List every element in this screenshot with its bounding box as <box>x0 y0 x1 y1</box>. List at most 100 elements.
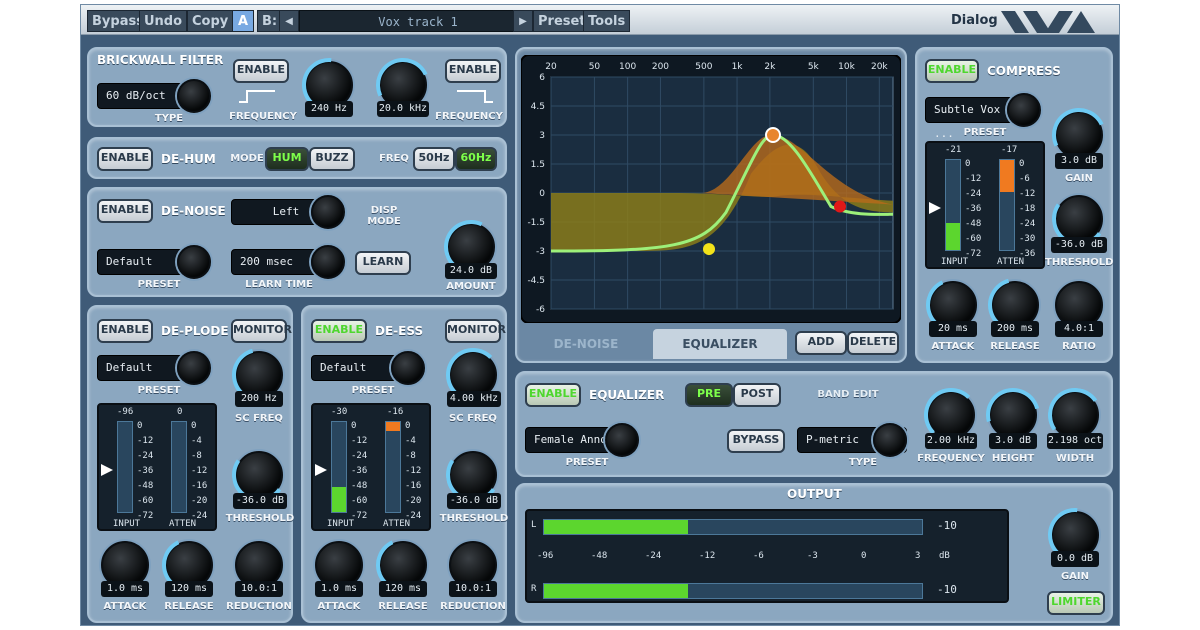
lowpass-icon <box>457 90 493 103</box>
deplode-attack-value: 1.0 ms <box>101 581 149 597</box>
prev-preset-button[interactable]: ◀ <box>279 10 299 32</box>
denoise-enable-button[interactable]: ENABLE <box>97 199 153 223</box>
buzz-button[interactable]: BUZZ <box>309 147 355 171</box>
next-preset-button[interactable]: ▶ <box>513 10 533 32</box>
low-frequency-value: 240 Hz <box>305 101 353 117</box>
dehum-enable-button[interactable]: ENABLE <box>97 147 153 171</box>
db-tick: 3 <box>539 131 545 141</box>
preset-menu[interactable]: Preset <box>533 10 591 32</box>
band-handle-yellow <box>703 243 715 256</box>
deplode-input-bar <box>117 421 133 513</box>
denoise-preset-label: PRESET <box>137 279 181 290</box>
learn-time-knob[interactable] <box>311 245 345 279</box>
type-knob[interactable] <box>177 79 211 113</box>
input-scale-tick: -24 <box>351 451 368 461</box>
tab-equalizer[interactable]: EQUALIZER <box>653 329 787 359</box>
output-scale-tick: -6 <box>753 551 764 561</box>
input-scale-tick: -60 <box>965 234 982 244</box>
deess-release-value: 120 ms <box>379 581 427 597</box>
denoise-preset-knob[interactable] <box>177 245 211 279</box>
deess-preset-knob[interactable] <box>391 351 425 385</box>
band-height-value: 3.0 dB <box>989 433 1037 449</box>
atten-scale-tick: -12 <box>1019 189 1036 199</box>
learn-button[interactable]: LEARN <box>355 251 411 275</box>
input-scale-tick: -12 <box>965 174 982 184</box>
compress-input-fill <box>946 223 960 250</box>
input-scale-tick: -48 <box>965 219 982 229</box>
disp-mode-knob[interactable] <box>311 195 345 229</box>
deess-atten-label: ATTEN <box>383 519 411 529</box>
deplode-scfreq-label: SC FREQ <box>235 413 283 424</box>
pre-button[interactable]: PRE <box>685 383 733 407</box>
band-frequency-value: 2.00 kHz <box>925 433 977 449</box>
deplode-title: DE-PLODE <box>161 324 229 338</box>
band-bypass-button[interactable]: BYPASS <box>727 429 785 453</box>
deess-reduction-value: 10.0:1 <box>449 581 497 597</box>
high-filter-enable-button[interactable]: ENABLE <box>445 59 501 83</box>
add-band-button[interactable]: ADD <box>795 331 847 355</box>
deess-atten-bar <box>385 421 401 513</box>
compress-input-bar <box>945 159 961 251</box>
db-tick: 6 <box>539 73 545 83</box>
deplode-panel: ENABLE DE-PLODE MONITOR Default PRESET 2… <box>87 305 296 623</box>
deplode-reduction-label: REDUCTION <box>226 601 292 612</box>
db-tick: -3 <box>536 247 545 257</box>
copy-button[interactable]: Copy <box>187 10 234 32</box>
post-button[interactable]: POST <box>733 383 781 407</box>
deplode-attack-label: ATTACK <box>103 601 147 612</box>
eq-title: EQUALIZER <box>589 388 665 402</box>
60hz-button[interactable]: 60Hz <box>455 147 497 171</box>
atten-scale-tick: -8 <box>405 451 416 461</box>
denoise-panel: ENABLE DE-NOISE Left DISP MODE Default P… <box>87 187 507 297</box>
deplode-release-value: 120 ms <box>165 581 213 597</box>
input-scale-tick: -48 <box>137 481 154 491</box>
50hz-button[interactable]: 50Hz <box>413 147 455 171</box>
compress-atten-bar <box>999 159 1015 251</box>
tools-menu[interactable]: Tools <box>583 10 631 32</box>
db-tick: -1.5 <box>527 218 545 228</box>
deess-monitor-button[interactable]: MONITOR <box>445 319 506 343</box>
band-handle-red <box>834 200 846 213</box>
brickwall-title: BRICKWALL FILTER <box>97 53 224 67</box>
limiter-button[interactable]: LIMITER <box>1047 591 1105 615</box>
eq-graph[interactable]: 20 50 100 200 500 1k 2k 5k 10k 20k 6 4.5 3 1.5 0 -1.5 -3… <box>521 55 901 323</box>
preset-name[interactable]: Vox track 1 <box>299 10 537 32</box>
atten-scale-tick: -20 <box>405 496 422 506</box>
deess-enable-button[interactable]: ENABLE <box>311 319 367 343</box>
tab-denoise[interactable]: DE-NOISE <box>521 329 651 359</box>
eq-preset-knob[interactable] <box>605 423 639 457</box>
a-button[interactable]: A <box>232 10 254 32</box>
compress-atten-fill <box>1000 160 1014 192</box>
input-scale-tick: -36 <box>965 204 982 214</box>
compress-ratio-value: 4.0:1 <box>1055 321 1103 337</box>
frequency-tick: 10k <box>838 62 855 72</box>
deplode-monitor-button[interactable]: MONITOR <box>231 319 292 343</box>
amount-value: 24.0 dB <box>445 263 497 279</box>
frequency-tick: 200 <box>652 62 669 72</box>
delete-band-button[interactable]: DELETE <box>847 331 899 355</box>
atten-scale-tick: -24 <box>1019 219 1036 229</box>
hum-button[interactable]: HUM <box>265 147 309 171</box>
deplode-enable-button[interactable]: ENABLE <box>97 319 153 343</box>
output-gain-label: GAIN <box>1060 571 1090 582</box>
compress-enable-button[interactable]: ENABLE <box>925 59 979 83</box>
compress-preset-knob[interactable] <box>1007 93 1041 127</box>
undo-button[interactable]: Undo <box>139 10 188 32</box>
low-filter-enable-button[interactable]: ENABLE <box>233 59 289 83</box>
compress-preset-label: PRESET <box>963 127 1007 138</box>
atten-scale-tick: -16 <box>405 481 422 491</box>
deess-title: DE-ESS <box>375 324 424 338</box>
deess-input-fill <box>332 486 346 512</box>
eq-enable-button[interactable]: ENABLE <box>525 383 581 407</box>
input-scale-tick: -60 <box>351 496 368 506</box>
input-scale-tick: 0 <box>965 159 971 169</box>
output-meter: L R -10 -10 -96 -48 -24 -12 -6 -3 0 3 dB <box>525 509 1009 603</box>
deplode-preset-knob[interactable] <box>177 351 211 385</box>
db-unit-label: dB <box>939 551 950 561</box>
toolbar: Bypass Undo Copy A B: ◀ Vox track 1 ▶ Pr… <box>81 5 1119 35</box>
deplode-release-label: RELEASE <box>164 601 214 612</box>
eq-controls-panel: ENABLE EQUALIZER PRE POST BAND EDIT Fema… <box>515 371 1113 477</box>
deplode-threshold-value: -36.0 dB <box>233 493 287 509</box>
band-type-knob[interactable] <box>873 423 907 457</box>
right-channel-label: R <box>531 584 537 594</box>
